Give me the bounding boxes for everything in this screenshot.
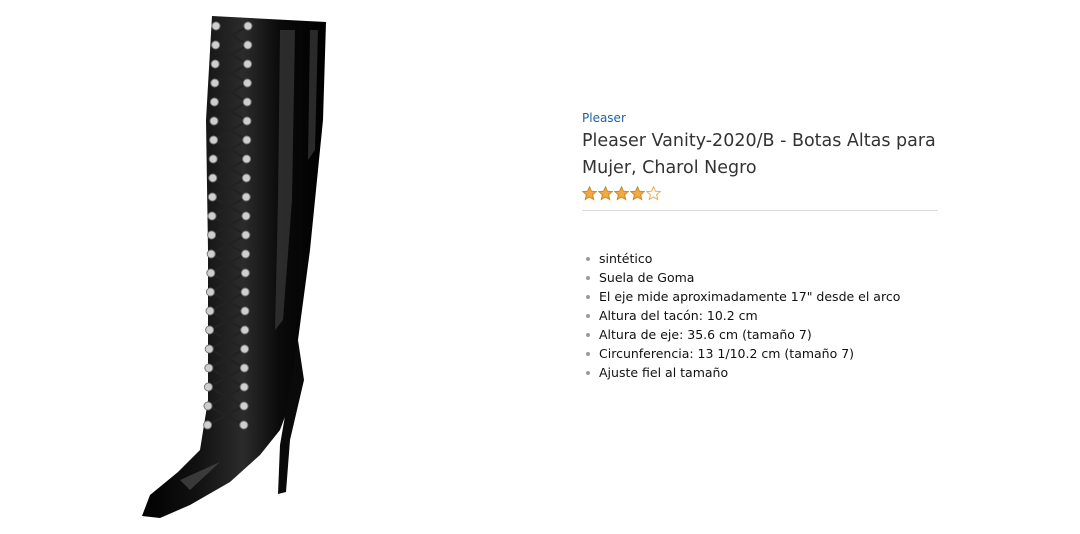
- star-filled-icon: [614, 185, 629, 201]
- eyelet-icon: [239, 420, 249, 430]
- eyelet-icon: [206, 268, 216, 278]
- feature-bullet: Altura de eje: 35.6 cm (tamaño 7): [582, 325, 942, 344]
- eyelet-icon: [242, 116, 252, 126]
- eyelet-icon: [241, 230, 251, 240]
- eyelet-icon: [239, 382, 249, 392]
- eyelet-icon: [205, 325, 215, 335]
- eyelet-icon: [239, 363, 249, 373]
- star-filled-icon: [598, 185, 613, 201]
- feature-bullet-text: sintético: [599, 251, 653, 266]
- star-filled-icon: [582, 185, 597, 201]
- eyelet-icon: [239, 401, 249, 411]
- bullet-dot-icon: [586, 352, 590, 356]
- eyelet-icon: [211, 40, 221, 50]
- eyelet-icon: [204, 344, 214, 354]
- feature-bullet-text: Altura del tacón: 10.2 cm: [599, 308, 758, 323]
- product-image[interactable]: [120, 0, 350, 534]
- eyelet-icon: [240, 287, 250, 297]
- eyelet-icon: [243, 21, 253, 31]
- feature-bullet: sintético: [582, 249, 942, 268]
- eyelet-icon: [209, 97, 219, 107]
- feature-bullet-text: Altura de eje: 35.6 cm (tamaño 7): [599, 327, 812, 342]
- eyelet-icon: [240, 344, 250, 354]
- bullet-dot-icon: [586, 276, 590, 280]
- eyelet-icon: [207, 192, 217, 202]
- eyelet-icon: [203, 382, 213, 392]
- feature-bullet-text: Ajuste fiel al tamaño: [599, 365, 729, 380]
- eyelet-icon: [211, 21, 221, 31]
- bullet-dot-icon: [586, 295, 590, 299]
- eyelet-icon: [241, 249, 251, 259]
- eyelet-icon: [208, 154, 218, 164]
- product-details: Pleaser Pleaser Vanity-2020/B - Botas Al…: [582, 106, 942, 382]
- feature-bullet-text: Suela de Goma: [599, 270, 695, 285]
- eyelet-icon: [210, 59, 220, 69]
- eyelet-icon: [203, 401, 213, 411]
- eyelet-icon: [241, 192, 251, 202]
- star-rating[interactable]: [582, 184, 942, 202]
- feature-bullet: Suela de Goma: [582, 268, 942, 287]
- eyelet-icon: [243, 59, 253, 69]
- eyelet-icon: [241, 173, 251, 183]
- eyelet-icon: [205, 287, 215, 297]
- eyelet-icon: [240, 325, 250, 335]
- feature-bullet: Circunferencia: 13 1/10.2 cm (tamaño 7): [582, 344, 942, 363]
- eyelet-icon: [243, 40, 253, 50]
- feature-bullet: Ajuste fiel al tamaño: [582, 363, 942, 382]
- eyelet-icon: [242, 78, 252, 88]
- star-filled-icon: [630, 185, 645, 201]
- feature-bullet-text: Circunferencia: 13 1/10.2 cm (tamaño 7): [599, 346, 855, 361]
- eyelet-icon: [207, 211, 217, 221]
- eyelet-icon: [204, 363, 214, 373]
- eyelet-icon: [205, 306, 215, 316]
- eyelet-icon: [210, 78, 220, 88]
- star-empty-icon: [646, 185, 661, 201]
- eyelet-icon: [209, 135, 219, 145]
- product-title: Pleaser Vanity-2020/B - Botas Altas para…: [582, 131, 936, 178]
- bullet-dot-icon: [586, 333, 590, 337]
- bullet-dot-icon: [586, 371, 590, 375]
- divider: [582, 210, 938, 211]
- eyelet-icon: [242, 154, 252, 164]
- eyelet-icon: [203, 420, 213, 430]
- brand-link[interactable]: Pleaser: [582, 108, 942, 128]
- eyelet-icon: [209, 116, 219, 126]
- eyelet-icon: [241, 211, 251, 221]
- feature-bullets: sintético Suela de Goma El eje mide aproxi…: [582, 249, 942, 382]
- eyelet-icon: [206, 249, 216, 259]
- bullet-dot-icon: [586, 257, 590, 261]
- boot-illustration: [142, 16, 326, 518]
- eyelet-icon: [242, 97, 252, 107]
- feature-bullet-text: El eje mide aproximadamente 17" desde el…: [599, 289, 901, 304]
- eyelet-icon: [242, 135, 252, 145]
- feature-bullet: Altura del tacón: 10.2 cm: [582, 306, 942, 325]
- feature-bullet: El eje mide aproximadamente 17" desde el…: [582, 287, 942, 306]
- eyelet-icon: [207, 230, 217, 240]
- eyelet-icon: [240, 306, 250, 316]
- eyelet-icon: [208, 173, 218, 183]
- bullet-dot-icon: [586, 314, 590, 318]
- eyelet-icon: [240, 268, 250, 278]
